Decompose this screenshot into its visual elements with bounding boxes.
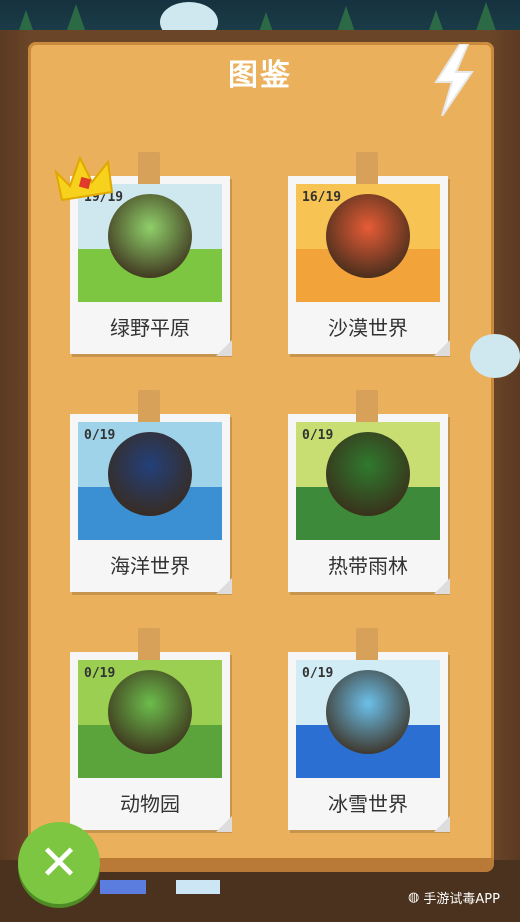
close-button[interactable]: ✕: [18, 822, 100, 904]
world-card[interactable]: 0/19 冰雪世界: [288, 628, 450, 832]
close-icon: ✕: [38, 835, 80, 891]
world-globe: [326, 194, 410, 278]
decor-strip: [176, 880, 220, 894]
decor-strip: [100, 880, 146, 894]
tape: [356, 628, 378, 662]
world-name: 海洋世界: [110, 554, 190, 578]
tape: [138, 628, 160, 662]
world-image: 0/19: [78, 660, 222, 778]
page-curl: [216, 578, 232, 594]
collection-count: 0/19: [84, 428, 116, 443]
world-globe: [108, 670, 192, 754]
lightning-icon[interactable]: [430, 44, 478, 116]
wechat-icon: ◍: [408, 890, 420, 905]
world-image: 0/19: [78, 422, 222, 540]
crown-icon: [54, 155, 114, 202]
world-name: 沙漠世界: [328, 316, 408, 340]
collection-count: 0/19: [302, 666, 334, 681]
world-card[interactable]: 0/19 海洋世界: [70, 390, 232, 594]
page-curl: [434, 340, 450, 356]
tape: [138, 152, 160, 186]
page-curl: [216, 340, 232, 356]
world-image: 0/19: [296, 660, 440, 778]
world-card[interactable]: 0/19 热带雨林: [288, 390, 450, 594]
world-name: 冰雪世界: [328, 792, 408, 816]
world-globe: [326, 432, 410, 516]
world-name: 热带雨林: [328, 554, 408, 578]
tape: [356, 390, 378, 424]
world-globe: [326, 670, 410, 754]
bird-mascot-side: [470, 334, 520, 378]
world-name: 绿野平原: [110, 316, 190, 340]
collection-count: 16/19: [302, 190, 342, 205]
world-card[interactable]: 0/19 动物园: [70, 628, 232, 832]
world-image: 16/19: [296, 184, 440, 302]
world-globe: [108, 194, 192, 278]
world-name: 动物园: [120, 792, 180, 816]
page-curl: [434, 816, 450, 832]
page-curl: [434, 578, 450, 594]
tape: [356, 152, 378, 186]
world-image: 0/19: [296, 422, 440, 540]
collection-count: 0/19: [302, 428, 334, 443]
collection-count: 0/19: [84, 666, 116, 681]
watermark: ◍ 手游试毒APP: [408, 888, 500, 907]
world-card[interactable]: 16/19 沙漠世界: [288, 152, 450, 356]
page-curl: [216, 816, 232, 832]
world-globe: [108, 432, 192, 516]
tape: [138, 390, 160, 424]
watermark-text: 手游试毒APP: [423, 892, 500, 907]
